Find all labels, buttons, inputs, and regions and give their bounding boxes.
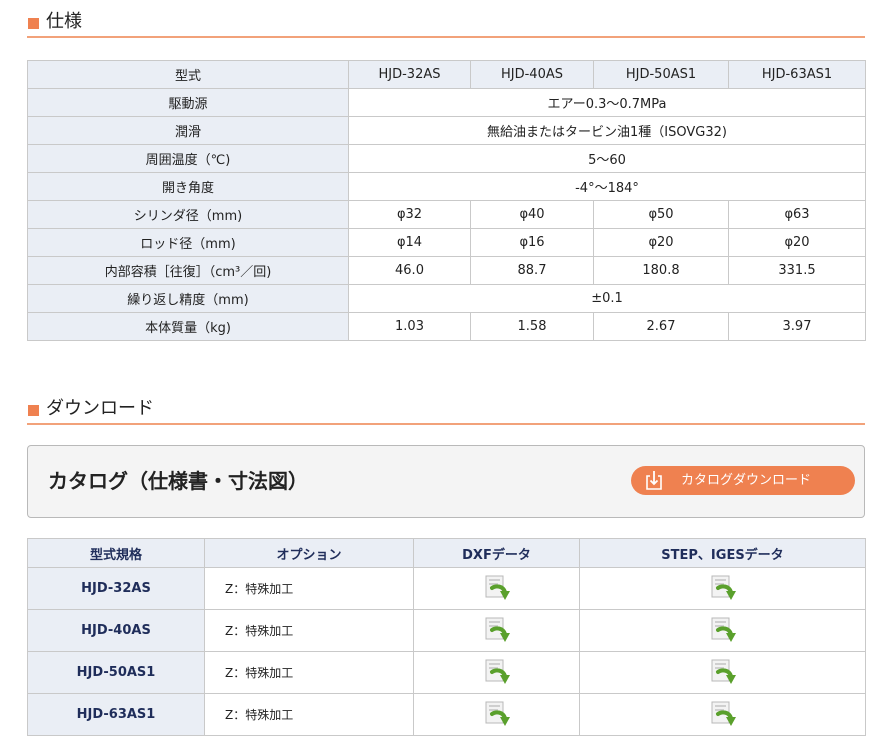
column-header: DXFデータ [413, 538, 580, 568]
spec-row-label: 繰り返し精度（mm) [27, 284, 349, 313]
catalog-panel: カタログ（仕様書・寸法図） カタログダウンロード [27, 445, 865, 518]
spec-row-label: 周囲温度（℃) [27, 144, 349, 173]
spec-row: 本体質量（kg) 1.03 1.58 2.67 3.97 [27, 312, 866, 341]
dxf-download-icon[interactable] [482, 658, 512, 688]
spec-value: φ63 [728, 200, 866, 229]
catalog-download-label: カタログダウンロード [681, 473, 812, 488]
dxf-download-icon[interactable] [482, 574, 512, 604]
download-arrow-icon [646, 471, 662, 490]
spec-row-label: 型式 [27, 60, 349, 89]
step-iges-download-icon[interactable] [708, 658, 738, 688]
dxf-cell [413, 567, 580, 610]
spec-row-label: 開き角度 [27, 172, 349, 201]
spec-section-title: 仕様 [46, 11, 82, 32]
download-section-title: ダウンロード [46, 398, 154, 419]
spec-value: 5〜60 [348, 144, 866, 173]
spec-section-header: 仕様 [27, 8, 865, 38]
spec-row: 繰り返し精度（mm) ±0.1 [27, 284, 866, 313]
spec-value: φ20 [728, 228, 866, 257]
spec-value: φ40 [470, 200, 594, 229]
spec-row: 開き角度 -4°〜184° [27, 172, 866, 201]
table-row: HJD-50AS1 Z：特殊加工 [27, 651, 866, 694]
step-iges-download-icon[interactable] [708, 700, 738, 730]
spec-row-label: ロッド径（mm) [27, 228, 349, 257]
spec-value: φ32 [348, 200, 471, 229]
table-row: HJD-40AS Z：特殊加工 [27, 609, 866, 652]
dxf-cell [413, 609, 580, 652]
option-cell: Z：特殊加工 [204, 651, 414, 694]
spec-value: φ14 [348, 228, 471, 257]
model-cell: HJD-40AS [27, 609, 205, 652]
model-column-header: HJD-32AS [348, 60, 471, 89]
spec-row: 駆動源 エアー0.3〜0.7MPa [27, 88, 866, 117]
spec-row: 内部容積［往復］（cm³／回) 46.0 88.7 180.8 331.5 [27, 256, 866, 285]
spec-value: -4°〜184° [348, 172, 866, 201]
step-iges-cell [579, 567, 866, 610]
spec-row-label: 潤滑 [27, 116, 349, 145]
column-header: オプション [204, 538, 414, 568]
option-cell: Z：特殊加工 [204, 693, 414, 736]
heading-square-marker [28, 18, 39, 29]
spec-row-label: 本体質量（kg) [27, 312, 349, 341]
spec-row: シリンダ径（mm) φ32 φ40 φ50 φ63 [27, 200, 866, 229]
table-row: HJD-32AS Z：特殊加工 [27, 567, 866, 610]
spec-row: 潤滑 無給油またはタービン油1種（ISOVG32) [27, 116, 866, 145]
catalog-download-button[interactable]: カタログダウンロード [631, 466, 855, 495]
column-header: 型式規格 [27, 538, 205, 568]
download-table: 型式規格 オプション DXFデータ STEP、IGESデータ HJD-32AS … [27, 538, 866, 736]
spec-value: 180.8 [593, 256, 729, 285]
model-column-header: HJD-40AS [470, 60, 594, 89]
option-cell: Z：特殊加工 [204, 567, 414, 610]
dxf-cell [413, 651, 580, 694]
spec-row-label: 駆動源 [27, 88, 349, 117]
dxf-cell [413, 693, 580, 736]
model-cell: HJD-63AS1 [27, 693, 205, 736]
heading-square-marker [28, 405, 39, 416]
spec-value: φ20 [593, 228, 729, 257]
download-header-row: 型式規格 オプション DXFデータ STEP、IGESデータ [27, 538, 866, 568]
step-iges-cell [579, 651, 866, 694]
spec-table: 型式 HJD-32AS HJD-40AS HJD-50AS1 HJD-63AS1… [27, 60, 866, 341]
step-iges-cell [579, 609, 866, 652]
model-column-header: HJD-50AS1 [593, 60, 729, 89]
step-iges-download-icon[interactable] [708, 574, 738, 604]
step-iges-cell [579, 693, 866, 736]
download-section-header: ダウンロード [27, 395, 865, 425]
dxf-download-icon[interactable] [482, 616, 512, 646]
model-cell: HJD-32AS [27, 567, 205, 610]
spec-value: 無給油またはタービン油1種（ISOVG32) [348, 116, 866, 145]
spec-row-label: シリンダ径（mm) [27, 200, 349, 229]
dxf-download-icon[interactable] [482, 700, 512, 730]
spec-value: ±0.1 [348, 284, 866, 313]
step-iges-download-icon[interactable] [708, 616, 738, 646]
spec-row-label: 内部容積［往復］（cm³／回) [27, 256, 349, 285]
model-column-header: HJD-63AS1 [728, 60, 866, 89]
spec-header-row: 型式 HJD-32AS HJD-40AS HJD-50AS1 HJD-63AS1 [27, 60, 866, 89]
model-cell: HJD-50AS1 [27, 651, 205, 694]
spec-value: 1.03 [348, 312, 471, 341]
spec-value: 88.7 [470, 256, 594, 285]
column-header: STEP、IGESデータ [579, 538, 866, 568]
table-row: HJD-63AS1 Z：特殊加工 [27, 693, 866, 736]
spec-row: 周囲温度（℃) 5〜60 [27, 144, 866, 173]
spec-value: φ50 [593, 200, 729, 229]
spec-value: エアー0.3〜0.7MPa [348, 88, 866, 117]
spec-value: 331.5 [728, 256, 866, 285]
spec-value: φ16 [470, 228, 594, 257]
spec-row: ロッド径（mm) φ14 φ16 φ20 φ20 [27, 228, 866, 257]
spec-value: 3.97 [728, 312, 866, 341]
spec-value: 1.58 [470, 312, 594, 341]
option-cell: Z：特殊加工 [204, 609, 414, 652]
spec-value: 2.67 [593, 312, 729, 341]
catalog-title: カタログ（仕様書・寸法図） [48, 469, 308, 493]
spec-value: 46.0 [348, 256, 471, 285]
